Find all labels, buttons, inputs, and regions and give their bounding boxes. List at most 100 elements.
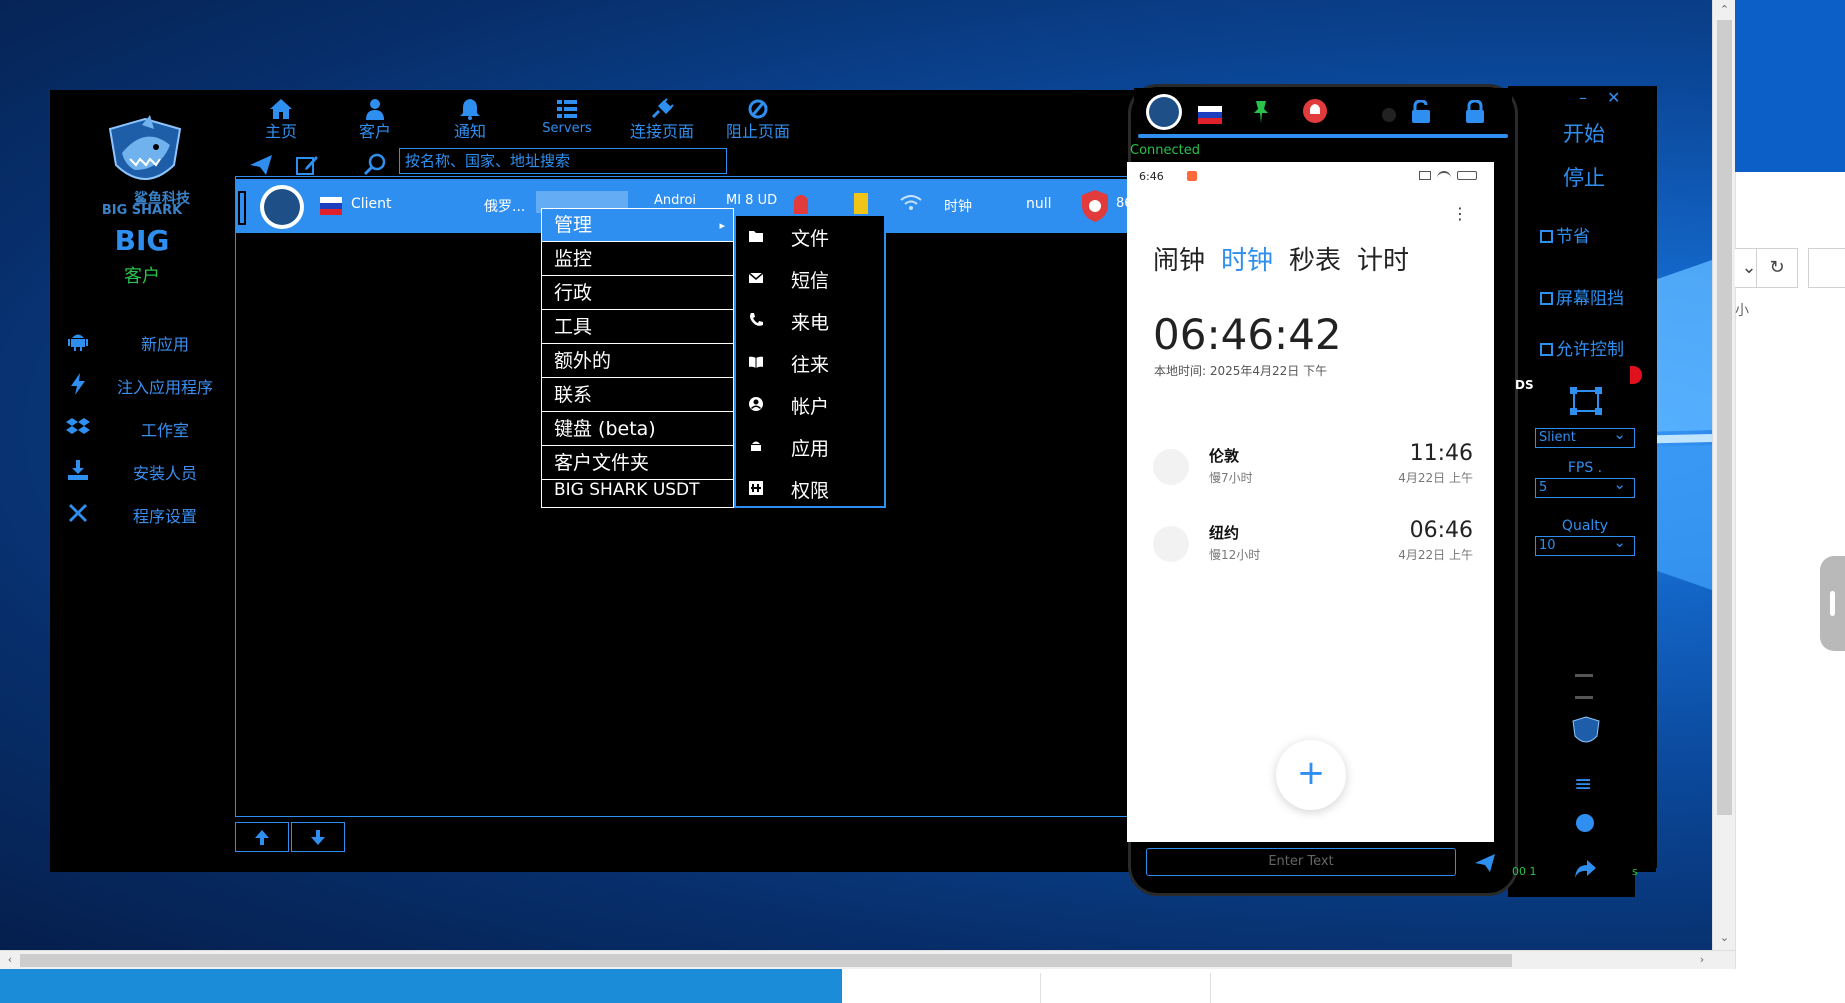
phone-text-input[interactable]: Enter Text xyxy=(1146,848,1456,876)
sidebar-item-program-settings[interactable]: 程序设置 xyxy=(60,499,240,529)
alert-icon xyxy=(794,195,808,215)
submenu-item-accounts[interactable]: 帐户 xyxy=(736,384,884,426)
menu-item-monitor[interactable]: 监控 xyxy=(542,243,733,276)
tab-stopwatch[interactable]: 秒表 xyxy=(1289,246,1341,276)
nav-servers[interactable]: Servers xyxy=(522,98,612,136)
tab-clock[interactable]: 时钟 xyxy=(1221,246,1273,276)
download-icon xyxy=(68,460,88,480)
submenu-item-contacts[interactable]: 往来 xyxy=(736,342,884,384)
lock-icon[interactable] xyxy=(1464,100,1486,124)
side-drawer-handle[interactable] xyxy=(1820,556,1845,651)
client-activity: 时钟 xyxy=(944,199,972,215)
scroll-down-arrow-icon[interactable]: ⌄ xyxy=(1717,930,1732,946)
checkbox-allow-control[interactable]: 允许控制 xyxy=(1540,335,1624,360)
checkbox-label: 允许控制 xyxy=(1556,340,1624,360)
clock-dial-icon xyxy=(1153,449,1189,485)
send-text-icon[interactable] xyxy=(1474,853,1496,873)
submenu-item-label: 帐户 xyxy=(791,396,830,418)
search-input[interactable] xyxy=(399,148,727,174)
home-circle-icon[interactable] xyxy=(1576,814,1594,832)
nav-label: Servers xyxy=(542,121,592,136)
nav-connect-page[interactable]: 连接页面 xyxy=(617,98,707,142)
tab-alarm[interactable]: 闹钟 xyxy=(1153,246,1205,276)
menu-item-admin[interactable]: 行政 xyxy=(542,277,733,310)
submenu-item-calls[interactable]: 来电 xyxy=(736,300,884,342)
nav-label: 阻止页面 xyxy=(725,122,790,141)
vertical-scroll-thumb[interactable] xyxy=(1717,20,1732,815)
vertical-scrollbar[interactable]: ⌃ ⌄ xyxy=(1712,0,1735,950)
fps-select[interactable]: 5 xyxy=(1535,475,1635,498)
nav-clients[interactable]: 客户 xyxy=(330,98,420,142)
horizontal-scroll-thumb[interactable] xyxy=(20,954,1512,967)
menu-item-contact[interactable]: 联系 xyxy=(542,379,733,412)
tab-timer[interactable]: 计时 xyxy=(1357,246,1409,276)
sidebar-item-installers[interactable]: 安装人员 xyxy=(60,456,240,486)
divider-line xyxy=(1575,696,1593,699)
submenu-item-apps[interactable]: 应用 xyxy=(736,426,884,468)
notification-alert-icon[interactable] xyxy=(1302,98,1328,124)
stop-button[interactable]: 停止 xyxy=(1563,162,1605,192)
checkbox-screen-block[interactable]: 屏幕阻挡 xyxy=(1540,284,1624,309)
app-avatar[interactable] xyxy=(1146,94,1182,130)
world-clock-london[interactable]: 伦敦 慢7小时 11:46 4月22日 上午 xyxy=(1153,441,1473,495)
start-button[interactable]: 开始 xyxy=(1563,118,1605,148)
submenu-arrow-icon: ▸ xyxy=(719,219,725,232)
scroll-left-arrow-icon[interactable]: ‹ xyxy=(2,952,18,968)
nav-label: 主页 xyxy=(264,122,297,141)
nav-home[interactable]: 主页 xyxy=(236,98,326,142)
nav-block-page[interactable]: 阻止页面 xyxy=(713,98,803,142)
background-app-label: 小 xyxy=(1735,303,1749,319)
client-os: Androi xyxy=(654,193,697,208)
menu-item-tools[interactable]: 工具 xyxy=(542,311,733,344)
sidebar-item-inject-app[interactable]: 注入应用程序 xyxy=(60,370,240,400)
close-button[interactable]: ✕ xyxy=(1607,88,1620,107)
horizontal-scrollbar[interactable]: ‹ › xyxy=(0,950,1735,969)
minimize-button[interactable]: – xyxy=(1579,88,1587,107)
taskbar-active-region[interactable] xyxy=(0,969,842,1003)
add-city-button[interactable]: + xyxy=(1276,740,1346,810)
scroll-right-arrow-icon[interactable]: › xyxy=(1694,952,1710,968)
resize-frame-icon[interactable] xyxy=(1569,386,1603,416)
menu-icon[interactable]: ≡ xyxy=(1574,774,1592,796)
menu-item-manage[interactable]: 管理 ▸ xyxy=(542,209,733,242)
forward-icon[interactable] xyxy=(1573,858,1597,880)
quality-select[interactable]: 10 xyxy=(1535,533,1635,556)
send-icon[interactable] xyxy=(248,152,274,178)
background-app-field[interactable] xyxy=(1808,248,1845,288)
nav-notifications[interactable]: 通知 xyxy=(425,98,515,142)
world-clock-new-york[interactable]: 纽约 慢12小时 06:46 4月22日 上午 xyxy=(1153,518,1473,572)
city-time: 06:46 xyxy=(1409,518,1473,543)
scroll-up-arrow-icon[interactable]: ⌃ xyxy=(1717,2,1732,18)
mode-select[interactable]: Slient xyxy=(1535,425,1635,448)
checkbox-save[interactable]: 节省 xyxy=(1540,222,1590,247)
menu-item-keyboard[interactable]: 键盘 (beta) xyxy=(542,413,733,446)
scroll-down-button[interactable] xyxy=(291,822,345,852)
submenu-item-sms[interactable]: 短信 xyxy=(736,258,884,300)
connection-status: Connected xyxy=(1130,143,1201,158)
scroll-up-button[interactable] xyxy=(235,822,289,852)
refresh-icon[interactable]: ↻ xyxy=(1756,248,1798,288)
menu-item-extra[interactable]: 额外的 xyxy=(542,345,733,378)
search-icon[interactable] xyxy=(362,152,388,178)
taskbar xyxy=(0,969,1845,1003)
phone-screen[interactable]: 6:46 ⋮ 闹钟 时钟 秒表 计时 06:46:42 本地时间: 2025年4月22… xyxy=(1127,162,1494,842)
more-options-icon[interactable]: ⋮ xyxy=(1452,204,1468,223)
row-handle xyxy=(238,191,246,225)
menu-item-usdt[interactable]: BIG SHARK USDT xyxy=(542,474,733,507)
home-icon xyxy=(270,99,292,119)
sidebar-item-new-app[interactable]: 新应用 xyxy=(60,327,240,357)
submenu-item-permissions[interactable]: 权限 xyxy=(736,468,884,510)
control-panel: – ✕ 开始 停止 节省 屏幕阻挡 允许控制 Slient FPS . 5 Qu… xyxy=(1535,86,1635,897)
sidebar-item-label: 程序设置 xyxy=(132,507,197,526)
edge-green-left: 00 1 xyxy=(1512,865,1537,878)
nav-label: 连接页面 xyxy=(629,122,694,141)
control-side-strip xyxy=(1635,86,1657,868)
edit-icon[interactable] xyxy=(294,152,320,178)
sidebar-item-studio[interactable]: 工作室 xyxy=(60,413,240,443)
submenu-item-files[interactable]: 文件 xyxy=(736,216,884,258)
pin-icon[interactable] xyxy=(1252,100,1270,124)
unlock-icon[interactable] xyxy=(1410,100,1432,124)
sidebar-item-label: 新应用 xyxy=(140,335,189,354)
city-name: 伦敦 xyxy=(1209,447,1240,465)
phone-status-time: 6:46 xyxy=(1139,170,1164,183)
